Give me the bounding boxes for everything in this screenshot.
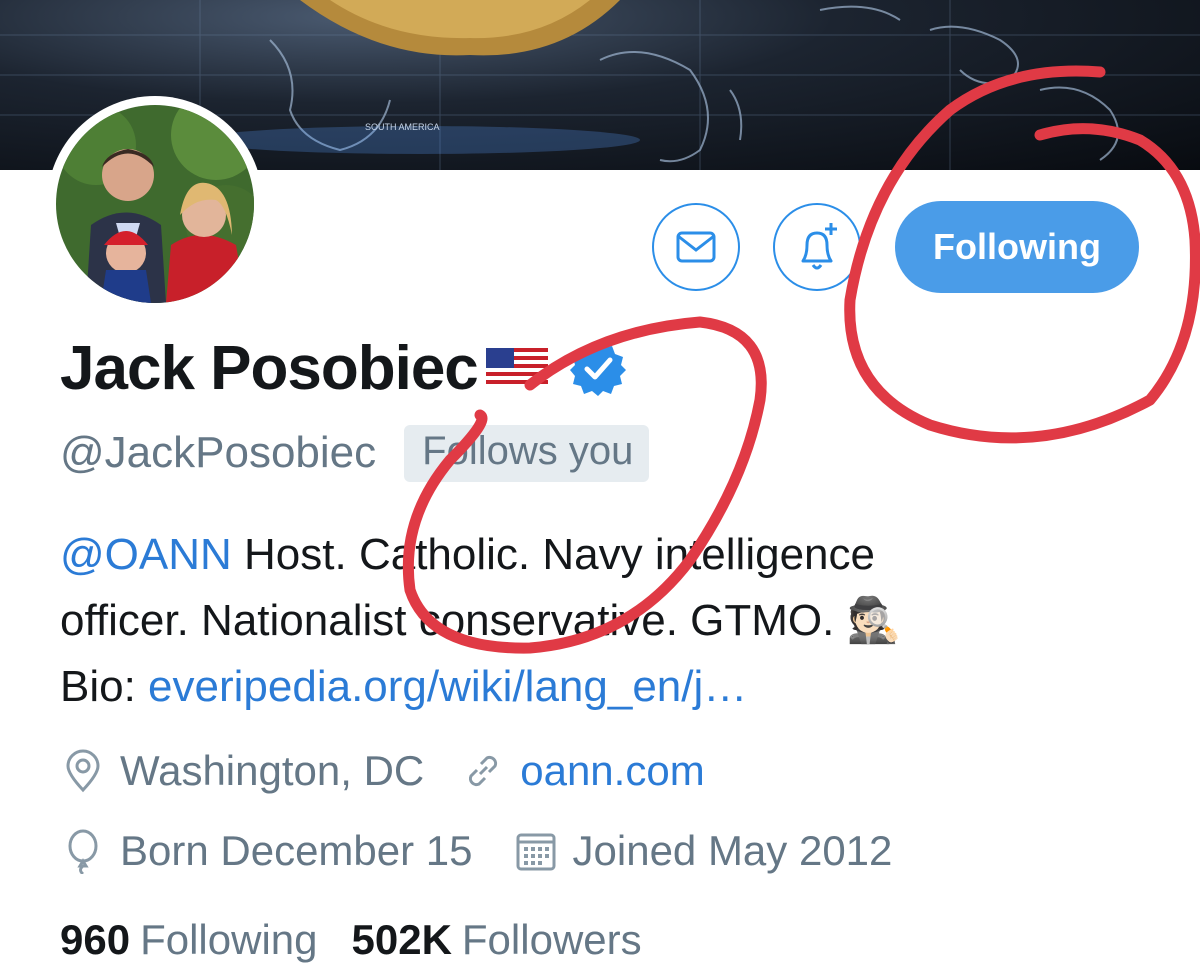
bio-line-3: Bio: everipedia.org/wiki/lang_en/j…	[60, 654, 1170, 720]
following-stat[interactable]: 960 Following	[60, 916, 318, 964]
followers-count: 502K	[351, 916, 452, 963]
followers-label: Followers	[461, 916, 642, 963]
meta-row-location: Washington, DC oann.com	[60, 741, 705, 801]
joined-item: Joined May 2012	[513, 827, 893, 875]
website-link[interactable]: oann.com	[520, 747, 704, 795]
envelope-icon	[676, 231, 716, 263]
us-flag-icon	[485, 348, 548, 388]
bio-line-1: @OANN Host. Catholic. Navy intelligence	[60, 522, 1170, 588]
birthday-text: Born December 15	[120, 827, 473, 874]
follows-you-badge: Follows you	[404, 424, 650, 482]
location-text: Washington, DC	[120, 747, 425, 794]
verified-badge-icon	[569, 342, 626, 396]
following-button[interactable]: Following	[895, 201, 1139, 293]
stats-row: 960 Following 502K Followers	[60, 912, 642, 968]
avatar[interactable]	[47, 96, 263, 312]
followers-stat[interactable]: 502K Followers	[352, 916, 642, 964]
detective-emoji: 🕵🏻	[846, 596, 902, 645]
following-count: 960	[60, 916, 131, 963]
handle-row: @JackPosobiec Follows you	[60, 422, 650, 484]
notifications-button[interactable]	[773, 203, 861, 291]
profile-name: Jack Posobiec	[60, 333, 479, 403]
website-item[interactable]: oann.com	[460, 747, 705, 795]
banner-map-label: SOUTH AMERICA	[365, 122, 440, 132]
profile-bio: @OANN Host. Catholic. Navy intelligence …	[60, 522, 1170, 720]
meta-row-dates: Born December 15 Joined May 2012	[60, 821, 892, 881]
location-item: Washington, DC	[60, 747, 424, 795]
bell-plus-icon	[801, 223, 837, 270]
profile-handle: @JackPosobiec	[60, 428, 377, 477]
avatar-photo	[56, 105, 254, 303]
bio-mention-link[interactable]: @OANN	[60, 530, 232, 579]
link-icon	[469, 755, 498, 787]
following-label: Following	[140, 916, 318, 963]
location-pin-icon	[66, 749, 100, 793]
bio-line-3-prefix: Bio:	[60, 662, 149, 711]
bio-wiki-link[interactable]: everipedia.org/wiki/lang_en/j…	[148, 662, 747, 711]
bio-line-2: officer. Nationalist conservative. GTMO.…	[60, 588, 1170, 654]
bio-line-1-text: Host. Catholic. Navy intelligence	[231, 530, 875, 579]
bio-line-2-text: officer. Nationalist conservative. GTMO.	[60, 596, 847, 645]
birthday-item: Born December 15	[60, 827, 473, 875]
balloon-icon	[68, 829, 98, 874]
calendar-icon	[516, 833, 556, 871]
joined-text: Joined May 2012	[572, 827, 893, 874]
message-button[interactable]	[652, 203, 740, 291]
name-row: Jack Posobiec	[60, 333, 626, 403]
